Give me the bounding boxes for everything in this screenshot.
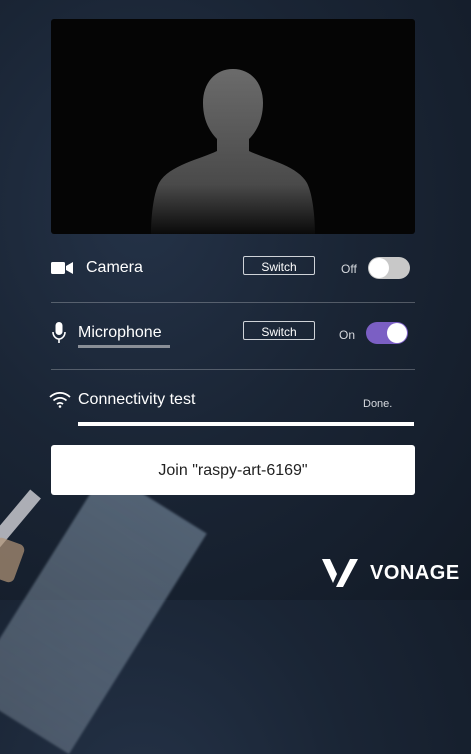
toggle-knob [387,323,407,343]
divider [51,369,415,370]
video-camera-icon [51,261,73,280]
microphone-label: Microphone [78,324,162,341]
connectivity-progress-bar [78,422,414,426]
microphone-state: On [339,328,356,342]
divider [51,302,415,303]
camera-toggle[interactable] [368,257,410,279]
toggle-knob [369,258,389,278]
background-streak [0,470,207,754]
connectivity-progress-fill [78,422,414,426]
microphone-icon [52,322,66,349]
microphone-toggle[interactable] [366,322,408,344]
person-silhouette-icon [151,69,315,234]
camera-state: Off [341,262,357,276]
join-button[interactable]: Join "raspy-art-6169" [51,445,415,495]
brand-name: VONAGE [370,562,460,584]
camera-switch-button[interactable]: Switch [243,256,315,275]
microphone-switch-button[interactable]: Switch [243,321,315,340]
connectivity-status: Done. [363,398,393,410]
video-preview [51,19,415,234]
connectivity-label: Connectivity test [78,391,196,408]
microphone-level-meter [78,345,170,348]
wifi-icon [49,391,71,413]
background-streak [0,536,26,584]
camera-label: Camera [86,259,143,276]
vonage-logo-icon [322,557,362,587]
